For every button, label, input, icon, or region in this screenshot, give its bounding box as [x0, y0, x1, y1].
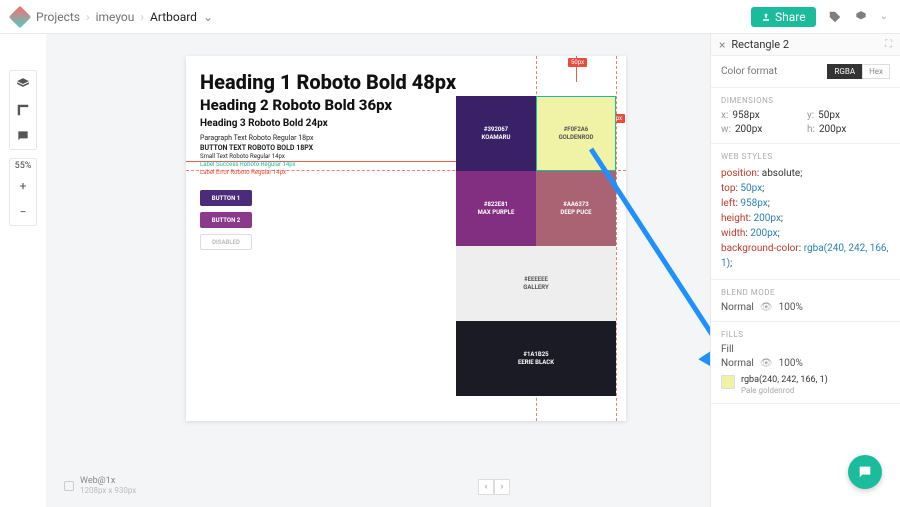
fill-label: Fill — [721, 344, 890, 355]
comment-tool[interactable] — [10, 123, 36, 149]
extrude-icon[interactable] — [854, 10, 868, 24]
ws-position: position: absolute; — [721, 166, 890, 181]
breadcrumb-project[interactable]: imeyou — [96, 10, 135, 24]
swatch-hex: #392067 — [484, 126, 508, 134]
eye-icon: 👁 — [760, 302, 773, 313]
breadcrumb: Projects › imeyou › Artboard ⌄ — [36, 10, 213, 24]
swatch-goldenrod-selected[interactable]: #F0F2A6 GOLDENROD — [536, 96, 616, 171]
fill-color-swatch[interactable] — [721, 375, 735, 389]
format-rgba[interactable]: RGBA — [827, 64, 862, 79]
swatch-hex: #822E81 — [484, 201, 508, 209]
dim-h: h:200px — [807, 124, 890, 135]
tag-icon[interactable] — [828, 10, 842, 24]
sample-button-2[interactable]: BUTTON 2 — [200, 212, 252, 228]
ws-width: width: 200px; — [721, 226, 890, 241]
swatch-name: EERIE BLACK — [518, 359, 554, 367]
sample-button-1[interactable]: BUTTON 1 — [200, 190, 252, 206]
swatch-deeppuce[interactable]: #AA6373 DEEP PUCE — [536, 171, 616, 246]
zoom-out-button[interactable]: − — [10, 199, 36, 225]
swatch-eerieblack[interactable]: #1A1B25 EERIE BLACK — [456, 321, 616, 396]
eye-icon: 👁 — [760, 358, 773, 369]
fill-color-name: Pale goldenrod — [741, 386, 828, 396]
swatch-name: GOLDENROD — [559, 134, 594, 142]
chevron-down-icon[interactable]: ⌄ — [203, 10, 213, 24]
section-fills: FILLS — [721, 330, 890, 339]
fill-mode: Normal — [721, 358, 754, 369]
chevron-down-icon[interactable]: ⌄ — [880, 11, 888, 22]
zoom-in-button[interactable]: + — [10, 173, 36, 199]
close-icon[interactable]: × — [719, 38, 725, 52]
share-label: Share — [775, 10, 806, 24]
breadcrumb-projects[interactable]: Projects — [36, 10, 80, 24]
color-format-label: Color format — [721, 66, 777, 77]
heading-1: Heading 1 Roboto Bold 48px — [200, 70, 612, 94]
swatch-hex: #F0F2A6 — [564, 126, 589, 134]
pager-prev[interactable]: ‹ — [478, 479, 494, 495]
footer-info: Web@1x 1208px x 930px — [64, 476, 136, 495]
expand-icon[interactable]: ⛶ — [885, 39, 892, 50]
swatch-name: GALLERY — [523, 284, 548, 292]
upload-icon — [761, 12, 771, 22]
sample-button-disabled: DISABLED — [200, 234, 252, 250]
pager-next[interactable]: › — [494, 479, 510, 495]
share-button[interactable]: Share — [751, 7, 816, 27]
section-webstyles: WEB STYLES — [721, 152, 890, 161]
tool-rail: 55% + − — [0, 34, 46, 507]
swatch-maxpurple[interactable]: #822E81 MAX PURPLE — [456, 171, 536, 246]
section-blend: BLEND MODE — [721, 288, 890, 297]
format-hex[interactable]: Hex — [862, 64, 890, 79]
chat-icon — [857, 464, 873, 480]
fill-rgba: rgba(240, 242, 166, 1) — [741, 375, 828, 386]
dim-w: w:200px — [721, 124, 804, 135]
dim-y: y:50px — [807, 110, 890, 121]
blend-opacity: 100% — [779, 302, 803, 313]
footer-ratio: Web@1x — [80, 476, 136, 486]
swatch-name: KOAMARU — [482, 134, 511, 142]
blend-mode: Normal — [721, 302, 754, 313]
layers-tool[interactable] — [10, 71, 36, 97]
footer-size: 1208px x 930px — [80, 486, 136, 495]
swatch-hex: #1A1B25 — [523, 351, 548, 359]
inspector-title: Rectangle 2 — [731, 38, 879, 51]
footer-checkbox[interactable] — [64, 481, 74, 491]
swatch-koamaru[interactable]: #392067 KOAMARU — [456, 96, 536, 171]
inspector-panel: × Rectangle 2 ⛶ Color format RGBA Hex DI… — [710, 34, 900, 507]
canvas[interactable]: 50px 50px 658px 680px Heading 1 Roboto B… — [46, 34, 710, 507]
dim-x: x:958px — [721, 110, 804, 121]
ws-left: left: 958px; — [721, 196, 890, 211]
chevron-right-icon: › — [86, 10, 90, 24]
zoom-level: 55% — [15, 159, 32, 173]
section-dimensions: DIMENSIONS — [721, 96, 890, 105]
app-logo[interactable] — [9, 5, 32, 28]
ws-top: top: 50px; — [721, 181, 890, 196]
chevron-right-icon: › — [140, 10, 144, 24]
swatch-hex: #AA6373 — [563, 201, 588, 209]
swatch-name: DEEP PUCE — [560, 209, 591, 217]
fill-opacity: 100% — [779, 358, 803, 369]
artboard[interactable]: 50px 50px 658px 680px Heading 1 Roboto B… — [186, 56, 626, 421]
swatch-hex: #EEEEEE — [524, 276, 548, 284]
breadcrumb-artboard[interactable]: Artboard — [150, 10, 197, 24]
ws-bgcolor: background-color: rgba(240, 242, 166, 1)… — [721, 241, 890, 271]
measure-top: 50px — [568, 58, 587, 67]
swatch-gallery[interactable]: #EEEEEE GALLERY — [456, 246, 616, 321]
chat-button[interactable] — [848, 455, 882, 489]
ws-height: height: 200px; — [721, 211, 890, 226]
swatch-name: MAX PURPLE — [478, 209, 515, 217]
ruler-tool[interactable] — [10, 97, 36, 123]
